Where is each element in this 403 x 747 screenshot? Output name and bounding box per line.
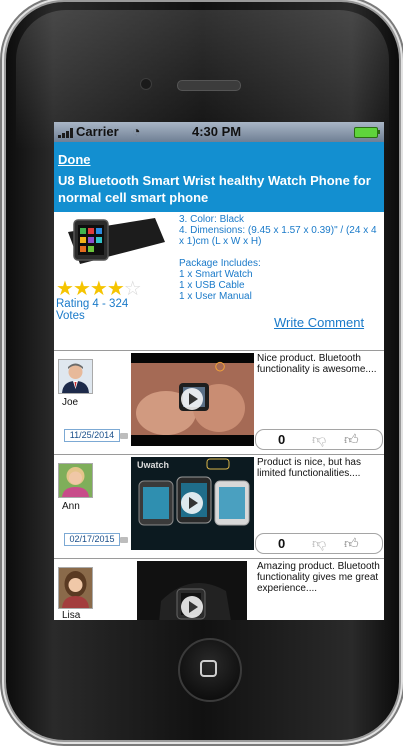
home-button-icon[interactable] — [178, 638, 242, 702]
package-item: 1 x Smart Watch — [179, 269, 253, 280]
battery-tip — [378, 130, 380, 134]
review-item: Lisa Amazing product. Bluetooth function… — [54, 558, 384, 620]
done-button[interactable]: Done — [58, 152, 91, 167]
nav-bar: Done U8 Bluetooth Smart Wrist healthy Wa… — [54, 142, 384, 212]
thumbs-up-icon[interactable]: 👍︎ — [344, 431, 359, 448]
star-icon: ★ — [106, 278, 125, 300]
thumbs-down-icon[interactable]: 👎︎ — [312, 535, 326, 552]
package-item: 1 x USB Cable — [179, 280, 245, 291]
review-item: Joe 11/25/2014 ◯ Nice product. Bluetooth… — [54, 350, 384, 454]
play-icon[interactable] — [181, 492, 203, 514]
star-icon: ★ — [56, 278, 74, 300]
avatar — [58, 359, 93, 394]
wifi-icon: ◔ — [132, 123, 141, 139]
review-comment: Product is nice, but has limited functio… — [257, 457, 361, 479]
thumbs-down-icon[interactable]: 👎︎ — [312, 431, 326, 448]
vote-count: 0 — [278, 536, 286, 551]
review-video[interactable]: Uwatch — [131, 457, 254, 550]
package-heading: Package Includes: — [179, 258, 261, 269]
phone-frame: Carrier ◔ 4:30 PM Done U8 Bluetooth Smar… — [6, 2, 399, 740]
front-camera — [140, 78, 152, 90]
vote-box: 0 👎︎ 👍︎ — [255, 429, 383, 450]
review-video[interactable]: ◯ — [131, 353, 254, 446]
battery-icon — [354, 127, 378, 138]
detail-color: 3. Color: Black — [179, 214, 245, 225]
star-icon: ★ — [89, 278, 108, 300]
review-item: Ann 02/17/2015 Uwatch Product is nice, b… — [54, 454, 384, 558]
thumbs-up-icon[interactable]: 👍︎ — [344, 535, 359, 552]
avatar — [58, 567, 93, 609]
review-comment: Nice product. Bluetooth functionality is… — [257, 353, 377, 375]
product-section: ★★★★☆ Rating 4 - 324 Votes 3. Color: Bla… — [54, 212, 384, 350]
review-video[interactable] — [131, 561, 254, 620]
video-brand: Uwatch — [137, 460, 170, 470]
date-handle — [120, 433, 128, 439]
rating-summary: Rating 4 - 324 Votes — [56, 298, 129, 322]
reviewer-name: Joe — [62, 397, 79, 408]
reviewer-name: Lisa — [62, 610, 81, 620]
earpiece-speaker — [177, 80, 241, 91]
review-comment: Amazing product. Bluetooth functionality… — [257, 561, 380, 594]
review-date: 11/25/2014 — [64, 429, 120, 442]
star-empty-icon: ☆ — [123, 278, 142, 300]
review-date: 02/17/2015 — [64, 533, 120, 546]
home-square-icon — [200, 660, 217, 677]
product-details: 3. Color: Black 4. Dimensions: (9.45 x 1… — [179, 214, 379, 302]
write-comment-link[interactable]: Write Comment — [274, 315, 364, 330]
video-brand: ◯ — [215, 361, 226, 371]
carrier-label: Carrier — [76, 124, 119, 139]
product-image — [60, 212, 168, 272]
signal-icon — [58, 128, 74, 138]
detail-dimensions: 4. Dimensions: (9.45 x 1.57 x 0.39)" / (… — [179, 225, 377, 247]
star-icon: ★ — [72, 278, 91, 300]
status-time: 4:30 PM — [192, 124, 242, 139]
play-icon[interactable] — [181, 596, 203, 618]
reviewer-name: Ann — [62, 501, 80, 512]
vote-box: 0 👎︎ 👍︎ — [255, 533, 383, 554]
app-screen: Carrier ◔ 4:30 PM Done U8 Bluetooth Smar… — [54, 122, 384, 620]
status-bar: Carrier ◔ 4:30 PM — [54, 122, 384, 142]
package-item: 1 x User Manual — [179, 291, 252, 302]
play-icon[interactable] — [181, 388, 203, 410]
product-title: U8 Bluetooth Smart Wrist healthy Watch P… — [58, 173, 371, 205]
date-handle — [120, 537, 128, 543]
vote-count: 0 — [278, 432, 286, 447]
avatar — [58, 463, 93, 498]
